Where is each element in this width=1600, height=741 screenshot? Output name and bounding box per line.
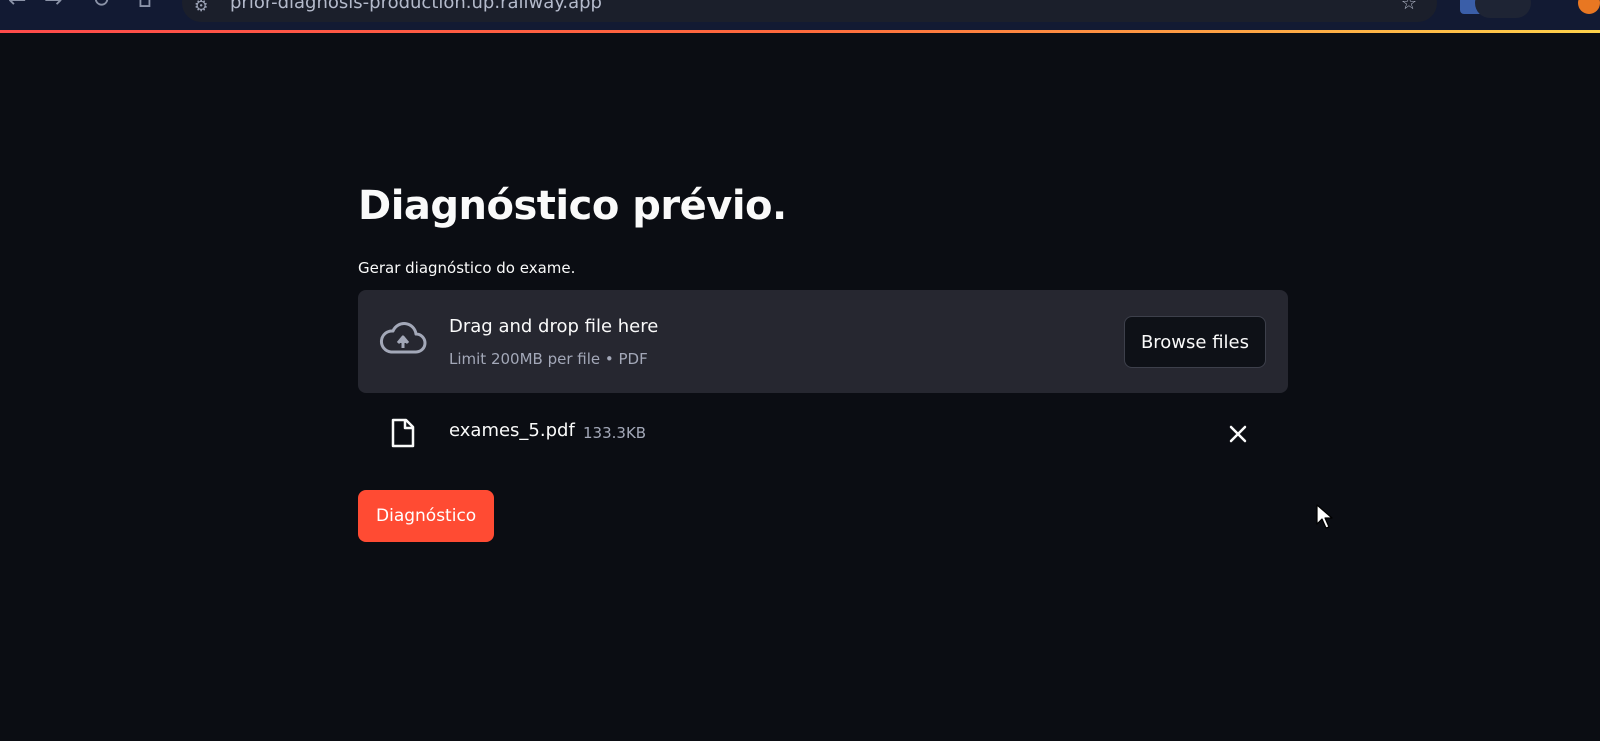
mouse-cursor-icon: [1316, 504, 1333, 529]
uploaded-file-size: 133.3KB: [583, 424, 647, 442]
close-icon: [1229, 425, 1247, 443]
remove-file-button[interactable]: [1223, 419, 1253, 449]
uploaded-file-row: exames_5.pdf 133.3KB: [358, 405, 1288, 461]
forward-icon[interactable]: →: [44, 0, 62, 12]
diagnose-button[interactable]: Diagnóstico: [358, 490, 495, 542]
uploaded-file-name: exames_5.pdf: [449, 420, 575, 441]
file-icon: [391, 418, 415, 448]
main-content: Diagnóstico prévio. Gerar diagnóstico do…: [358, 180, 1288, 542]
back-icon[interactable]: ←: [8, 0, 26, 12]
address-bar[interactable]: ⚙ prior-diagnosis-production.up.railway.…: [182, 0, 1437, 22]
bookmark-star-icon[interactable]: ☆: [1401, 0, 1417, 14]
file-dropzone[interactable]: Drag and drop file here Limit 200MB per …: [358, 290, 1288, 393]
app-header-accent-bar: [0, 30, 1600, 33]
page-title: Diagnóstico prévio.: [358, 183, 787, 229]
avatar[interactable]: [1578, 0, 1600, 14]
address-bar-url[interactable]: prior-diagnosis-production.up.railway.ap…: [230, 0, 602, 13]
dropzone-limit-text: Limit 200MB per file • PDF: [449, 350, 648, 368]
browser-toolbar: ← → ↻ ⌂ ⚙ prior-diagnosis-production.up.…: [0, 0, 1600, 30]
browse-files-button[interactable]: Browse files: [1123, 316, 1266, 368]
file-uploader-label: Gerar diagnóstico do exame.: [358, 259, 576, 277]
profile-switcher[interactable]: [1475, 0, 1531, 18]
site-info-icon[interactable]: ⚙: [194, 0, 208, 15]
home-icon[interactable]: ⌂: [138, 0, 152, 12]
reload-icon[interactable]: ↻: [92, 0, 110, 12]
cloud-upload-icon: [379, 322, 427, 354]
dropzone-title: Drag and drop file here: [449, 316, 659, 337]
